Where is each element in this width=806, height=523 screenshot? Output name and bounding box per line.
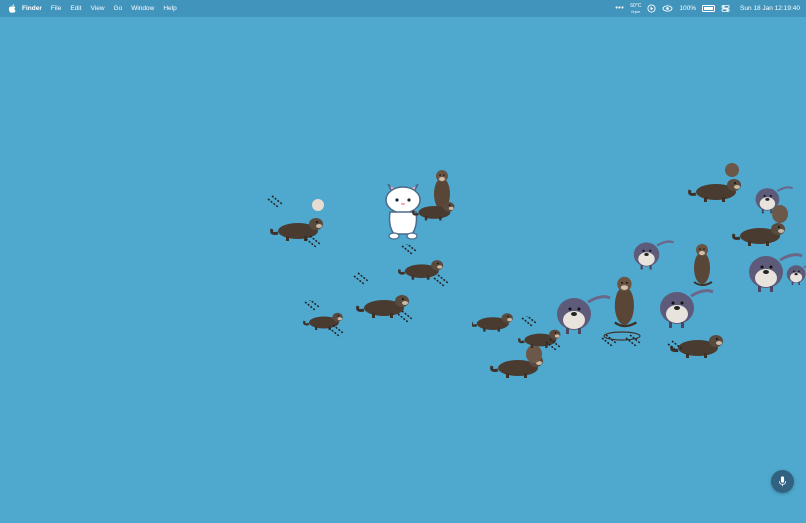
- otter-sticker[interactable]: [598, 272, 648, 352]
- eye-icon[interactable]: [662, 4, 673, 13]
- more-dots-icon[interactable]: •••: [615, 5, 624, 12]
- apple-icon[interactable]: [8, 4, 16, 13]
- mic-button[interactable]: [771, 470, 794, 493]
- otter-sticker[interactable]: [784, 262, 806, 292]
- weather-sub: 0rpm: [631, 8, 641, 14]
- menu-bar: Finder File Edit View Go Window Help •••…: [0, 0, 806, 17]
- menu-file[interactable]: File: [51, 0, 61, 17]
- menu-edit[interactable]: Edit: [70, 0, 81, 17]
- otter-sticker[interactable]: [666, 322, 728, 362]
- battery-percent: 100%: [679, 5, 696, 12]
- microphone-icon: [778, 476, 787, 487]
- menu-window[interactable]: Window: [131, 0, 154, 17]
- menu-help[interactable]: Help: [163, 0, 176, 17]
- otter-sticker[interactable]: [686, 240, 720, 290]
- menu-view[interactable]: View: [91, 0, 105, 17]
- control-center-icon[interactable]: [721, 4, 730, 13]
- battery-icon[interactable]: [702, 5, 715, 12]
- menu-go[interactable]: Go: [114, 0, 123, 17]
- otter-sticker[interactable]: [472, 306, 516, 340]
- otter-sticker[interactable]: [303, 300, 347, 340]
- play-icon[interactable]: [647, 4, 656, 13]
- otter-sticker[interactable]: [630, 238, 680, 278]
- otter-sticker[interactable]: [266, 195, 332, 251]
- otter-sticker[interactable]: [398, 244, 454, 294]
- otter-sticker[interactable]: [732, 200, 794, 252]
- menubar-clock[interactable]: Sun 18 Jan 12:19:40: [740, 5, 800, 12]
- weather-widget[interactable]: 60°C 0rpm: [630, 3, 641, 14]
- otter-sticker[interactable]: [412, 166, 464, 242]
- menu-app-finder[interactable]: Finder: [22, 0, 42, 17]
